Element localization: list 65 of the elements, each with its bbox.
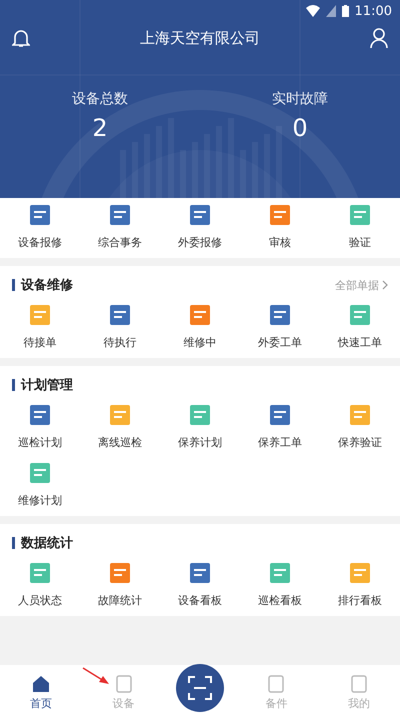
menu-item[interactable]: 维修计划 — [18, 458, 62, 512]
tile-icon — [349, 304, 371, 326]
menu-item[interactable]: 离线巡检 — [98, 400, 142, 454]
section-title: 设备维修 — [21, 276, 73, 294]
menu-item[interactable]: 维修中 — [184, 300, 216, 354]
menu-item[interactable]: 巡检看板 — [258, 558, 302, 612]
tile-icon — [29, 204, 51, 226]
menu-item[interactable]: 设备报修 — [18, 200, 62, 254]
menu-item[interactable]: 保养计划 — [178, 400, 222, 454]
wifi-icon — [306, 5, 320, 17]
tile-icon — [29, 462, 51, 484]
tile-icon — [109, 304, 131, 326]
tile-icon — [349, 562, 371, 584]
stat-value: 2 — [92, 114, 108, 142]
tile-icon — [189, 404, 211, 426]
user-icon[interactable] — [370, 28, 388, 48]
tile-icon — [269, 404, 291, 426]
tile-icon — [189, 562, 211, 584]
section-title: 计划管理 — [21, 377, 73, 394]
menu-item[interactable]: 故障统计 — [98, 558, 142, 612]
tile-icon — [189, 204, 211, 226]
stat-label: 设备总数 — [72, 90, 128, 108]
annotation-arrow — [82, 667, 110, 685]
menu-item[interactable]: 保养工单 — [258, 400, 302, 454]
menu-item[interactable]: 验证 — [349, 200, 371, 254]
tile-icon — [109, 404, 131, 426]
nav-tab[interactable]: 首页 — [11, 673, 72, 712]
tile-icon — [269, 204, 291, 226]
menu-item[interactable]: 保养验证 — [338, 400, 382, 454]
tile-icon — [349, 204, 371, 226]
stat-label: 实时故障 — [272, 90, 328, 108]
tile-icon — [29, 304, 51, 326]
menu-item[interactable]: 综合事务 — [98, 200, 142, 254]
section-title: 数据统计 — [21, 534, 73, 552]
menu-item[interactable]: 待执行 — [104, 300, 136, 354]
menu-item[interactable]: 人员状态 — [18, 558, 62, 612]
company-title: 上海天空有限公司 — [140, 28, 260, 48]
tile-icon — [109, 562, 131, 584]
chevron-icon[interactable] — [382, 280, 388, 290]
tile-icon — [109, 204, 131, 226]
menu-item[interactable]: 巡检计划 — [18, 400, 62, 454]
tab-icon — [266, 674, 286, 694]
tile-icon — [349, 404, 371, 426]
stat-value: 0 — [292, 114, 308, 142]
battery-icon — [342, 5, 349, 17]
tile-icon — [269, 562, 291, 584]
menu-item[interactable]: 快速工单 — [338, 300, 382, 354]
menu-item[interactable]: 外委工单 — [258, 300, 302, 354]
menu-item[interactable]: 排行看板 — [338, 558, 382, 612]
tile-icon — [29, 404, 51, 426]
menu-item[interactable]: 待接单 — [24, 300, 56, 354]
tab-icon — [348, 674, 369, 694]
tile-icon — [29, 562, 51, 584]
home-icon — [31, 674, 52, 694]
tab-icon — [114, 674, 134, 694]
bell-icon[interactable] — [12, 28, 30, 48]
scan-icon — [188, 676, 212, 700]
scan-button[interactable] — [176, 664, 224, 712]
status-time: 11:00 — [354, 4, 392, 18]
menu-item[interactable]: 设备看板 — [178, 558, 222, 612]
menu-item[interactable]: 外委报修 — [178, 200, 222, 254]
tile-icon — [269, 304, 291, 326]
menu-item[interactable]: 审核 — [269, 200, 291, 254]
signal-icon — [326, 5, 336, 17]
tile-icon — [189, 304, 211, 326]
